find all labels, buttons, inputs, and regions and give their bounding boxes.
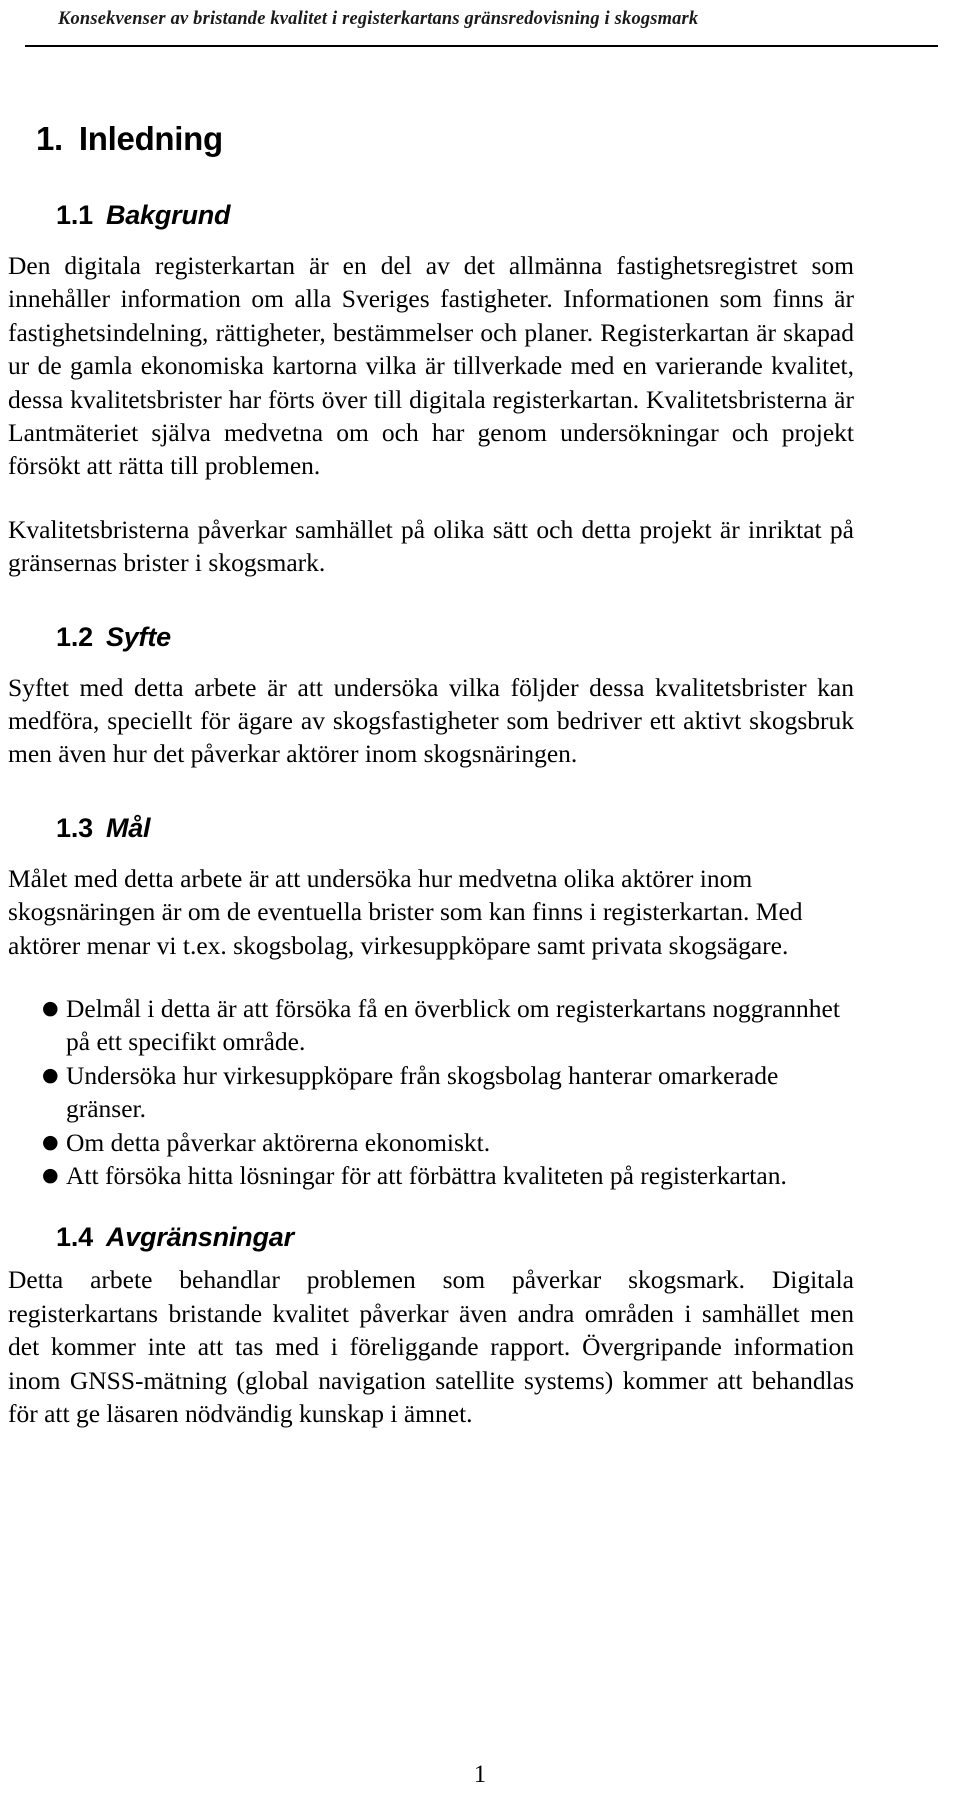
chapter-title: Inledning	[78, 120, 223, 157]
bullet-icon: ●	[42, 1063, 59, 1086]
list-item-text: Delmål i detta är att försöka få en över…	[66, 993, 840, 1057]
list-item-text: Att försöka hitta lösningar för att förb…	[66, 1160, 787, 1190]
running-header: Konsekvenser av bristande kvalitet i reg…	[0, 0, 960, 30]
running-header-text: Konsekvenser av bristande kvalitet i reg…	[58, 8, 699, 29]
list-item: ● Undersöka hur virkesuppköpare från sko…	[8, 1059, 854, 1126]
section-number-mal: 1.3	[56, 812, 93, 843]
paragraph-mal-1: Målet med detta arbete är att undersöka …	[8, 863, 803, 960]
list-item: ● Att försöka hitta lösningar för att fö…	[8, 1159, 854, 1192]
list-item: ● Delmål i detta är att försöka få en öv…	[8, 992, 854, 1059]
list-item-text: Undersöka hur virkesuppköpare från skogs…	[66, 1060, 779, 1124]
section-title-mal: Mål	[105, 812, 151, 843]
bullet-icon: ●	[42, 1163, 59, 1186]
header-divider	[25, 45, 938, 47]
section-title-avgransningar: Avgränsningar	[105, 1222, 294, 1253]
section-heading-bakgrund: 1.1 Bakgrund	[56, 200, 854, 231]
chapter-heading: 1. Inledning	[36, 120, 854, 158]
list-item-text: Om detta påverkar aktörerna ekonomiskt.	[66, 1127, 491, 1157]
chapter-number: 1.	[36, 120, 63, 157]
paragraph-bakgrund-2: Kvalitetsbristerna påverkar samhället på…	[8, 514, 854, 578]
paragraph-bakgrund-1: Den digitala registerkartan är en del av…	[8, 250, 854, 481]
section-title-bakgrund: Bakgrund	[105, 199, 231, 230]
section-heading-avgransningar: 1.4 Avgränsningar	[56, 1222, 854, 1253]
document-page: Konsekvenser av bristande kvalitet i reg…	[0, 0, 960, 1811]
section-number-syfte: 1.2	[56, 621, 93, 652]
section-number-avgransningar: 1.4	[56, 1222, 93, 1253]
paragraph-avgransningar-1: Detta arbete behandlar problemen som påv…	[8, 1265, 854, 1428]
section-title-syfte: Syfte	[105, 621, 171, 652]
section-heading-mal: 1.3 Mål	[56, 813, 854, 844]
document-content: 1. Inledning 1.1 Bakgrund Den digitala reg…	[8, 120, 854, 1430]
section-number-bakgrund: 1.1	[56, 199, 93, 230]
paragraph-syfte-1: Syftet med detta arbete är att undersöka…	[8, 672, 854, 769]
bullet-icon: ●	[42, 1130, 59, 1153]
section-heading-syfte: 1.2 Syfte	[56, 622, 854, 653]
mal-bullet-list: ● Delmål i detta är att försöka få en öv…	[8, 992, 854, 1192]
page-number: 1	[473, 1761, 487, 1788]
bullet-icon: ●	[42, 996, 59, 1019]
list-item: ● Om detta påverkar aktörerna ekonomiskt…	[8, 1126, 854, 1159]
